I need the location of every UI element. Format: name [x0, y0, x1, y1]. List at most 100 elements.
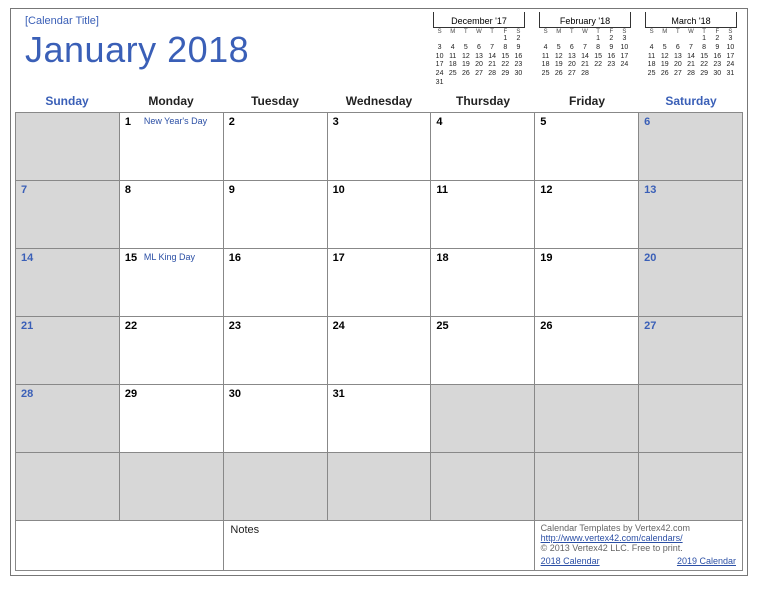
calendar-cell: 10: [328, 181, 432, 249]
calendar-cell: 9: [224, 181, 328, 249]
calendar-cell: 4: [431, 113, 535, 181]
dow-label: Thursday: [431, 94, 535, 108]
meta-title: [Calendar Title]: [25, 15, 431, 27]
mini-day: 19: [552, 61, 565, 70]
mini-day: 27: [671, 70, 684, 79]
day-number: 15: [125, 252, 137, 264]
mini-day: 11: [446, 53, 459, 62]
mini-day: 4: [446, 44, 459, 53]
mini-day: 29: [499, 70, 512, 79]
mini-day: 10: [618, 44, 631, 53]
mini-day: 8: [698, 44, 711, 53]
mini-day: 20: [565, 61, 578, 70]
header: [Calendar Title] January 2018 December '…: [11, 9, 747, 90]
dow-label: Tuesday: [223, 94, 327, 108]
calendar-cell: 17: [328, 249, 432, 317]
mini-calendar-title: December '17: [433, 15, 525, 28]
mini-day: 22: [499, 61, 512, 70]
mini-calendar: March '18SMTWTFS123456789101112131415161…: [643, 15, 739, 88]
mini-calendar: February '18SMTWTFS123456789101112131415…: [537, 15, 633, 88]
mini-day: 22: [592, 61, 605, 70]
day-number: 23: [229, 320, 241, 332]
calendar-cell: [120, 453, 224, 521]
calendar-cell: 30: [224, 385, 328, 453]
day-number: 12: [540, 184, 552, 196]
day-number: 2: [229, 116, 235, 128]
calendar-cell: 16: [224, 249, 328, 317]
notes-cell: Notes: [223, 521, 534, 571]
calendar-cell: 26: [535, 317, 639, 385]
mini-day: 28: [578, 70, 591, 79]
mini-day: 29: [698, 70, 711, 79]
credits-link-url[interactable]: http://www.vertex42.com/calendars/: [541, 533, 736, 543]
mini-day: 24: [618, 61, 631, 70]
mini-day: 5: [552, 44, 565, 53]
mini-day: 2: [512, 35, 525, 44]
calendar-cell: 29: [120, 385, 224, 453]
mini-day: 18: [645, 61, 658, 70]
mini-day: 21: [684, 61, 697, 70]
calendar-cell: 20: [639, 249, 743, 317]
calendar-cell: 18: [431, 249, 535, 317]
day-number: 17: [333, 252, 345, 264]
day-number: 16: [229, 252, 241, 264]
day-number: 25: [436, 320, 448, 332]
calendar-cell: 11: [431, 181, 535, 249]
day-number: 5: [540, 116, 546, 128]
mini-day: 14: [578, 53, 591, 62]
calendar-grid: 1New Year's Day23456789101112131415ML Ki…: [15, 112, 743, 521]
mini-calendars: December '17SMTWTFS123456789101112131415…: [431, 15, 739, 88]
mini-day: 7: [684, 44, 697, 53]
mini-day: 12: [459, 53, 472, 62]
link-2019[interactable]: 2019 Calendar: [677, 556, 736, 566]
mini-day: 15: [499, 53, 512, 62]
calendar-cell: [16, 113, 120, 181]
mini-day: 28: [684, 70, 697, 79]
day-number: 24: [333, 320, 345, 332]
mini-day: 24: [433, 70, 446, 79]
mini-day: 5: [459, 44, 472, 53]
day-number: 1: [125, 116, 131, 128]
credits: Calendar Templates by Vertex42.com http:…: [535, 521, 742, 571]
mini-day: 24: [724, 61, 737, 70]
mini-day: 21: [578, 61, 591, 70]
mini-day: 12: [552, 53, 565, 62]
day-number: 18: [436, 252, 448, 264]
calendar-cell: 22: [120, 317, 224, 385]
calendar-cell: [431, 385, 535, 453]
mini-day: 8: [592, 44, 605, 53]
mini-day: 31: [724, 70, 737, 79]
footer-row: Notes Calendar Templates by Vertex42.com…: [15, 521, 743, 572]
mini-calendar-grid: 1234567891011121314151617181920212223242…: [643, 35, 739, 79]
mini-day: 3: [433, 44, 446, 53]
mini-day: 12: [658, 53, 671, 62]
mini-day: 20: [671, 61, 684, 70]
calendar-cell: 24: [328, 317, 432, 385]
mini-day: 25: [446, 70, 459, 79]
day-number: 6: [644, 116, 650, 128]
mini-day: 5: [658, 44, 671, 53]
mini-calendar-title: March '18: [645, 15, 737, 28]
calendar-cell: 13: [639, 181, 743, 249]
mini-day: 28: [486, 70, 499, 79]
mini-day: 11: [645, 53, 658, 62]
mini-day: 19: [658, 61, 671, 70]
calendar-cell: [535, 453, 639, 521]
mini-day: 16: [512, 53, 525, 62]
mini-calendar-grid: 1234567891011121314151617181920212223242…: [431, 35, 527, 88]
mini-day: 17: [724, 53, 737, 62]
day-number: 10: [333, 184, 345, 196]
mini-calendar-grid: 1234567891011121314151617181920212223242…: [537, 35, 633, 79]
mini-day: 23: [605, 61, 618, 70]
mini-day: 16: [711, 53, 724, 62]
mini-day: 30: [512, 70, 525, 79]
dow-label: Monday: [119, 94, 223, 108]
calendar-cell: 14: [16, 249, 120, 317]
link-2018[interactable]: 2018 Calendar: [541, 556, 600, 566]
calendar-cell: 2: [224, 113, 328, 181]
calendar-cell: 6: [639, 113, 743, 181]
mini-day: 14: [486, 53, 499, 62]
dow-label: Saturday: [639, 94, 743, 108]
month-title: January 2018: [25, 29, 431, 71]
mini-day: 14: [684, 53, 697, 62]
